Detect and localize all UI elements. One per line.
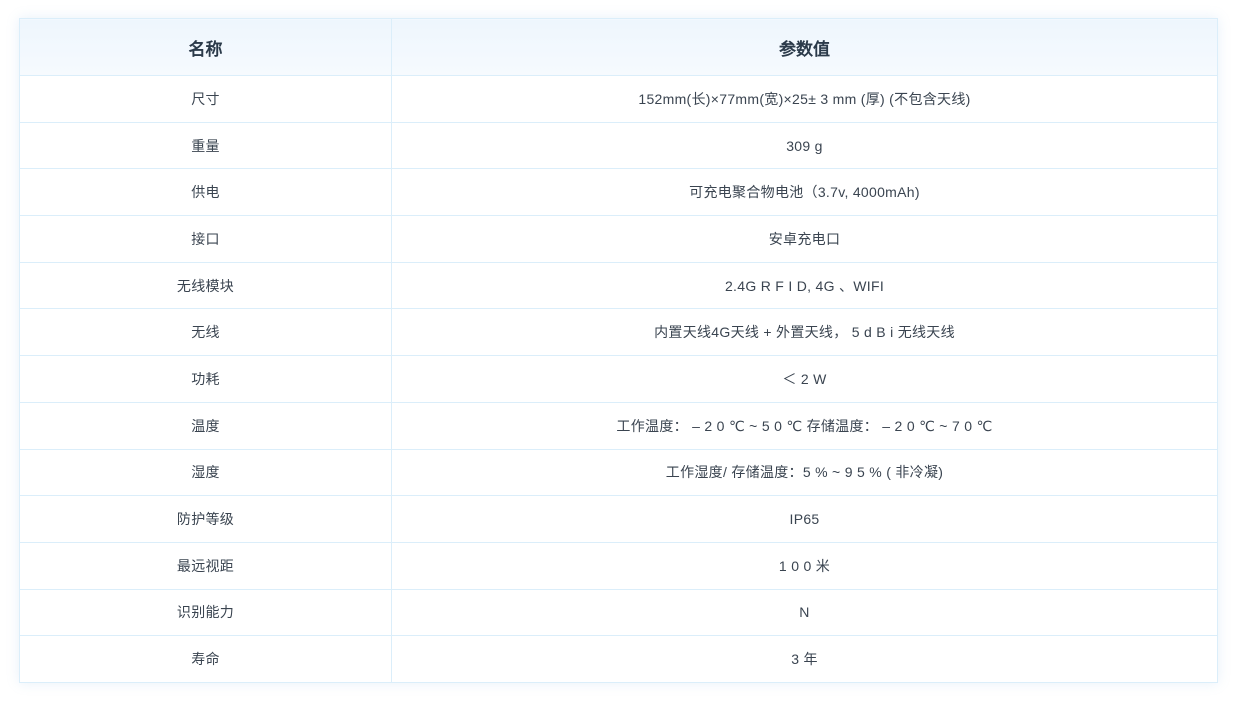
- row-name: 尺寸: [19, 75, 392, 123]
- row-name: 温度: [19, 401, 392, 450]
- row-name: 识别能力: [19, 588, 392, 637]
- row-value: 可充电聚合物电池（3.7v, 4000mAh): [391, 168, 1218, 217]
- row-value: 3 年: [391, 635, 1218, 683]
- table-row: 尺寸 152mm(长)×77mm(宽)×25± 3 mm (厚) (不包含天线): [19, 75, 1218, 123]
- header-name: 名称: [19, 18, 392, 76]
- row-name: 防护等级: [19, 495, 392, 543]
- row-name: 重量: [19, 121, 392, 170]
- row-value: 内置天线4G天线 + 外置天线， 5 d B i 无线天线: [391, 308, 1218, 357]
- row-value: 309 g: [391, 121, 1218, 170]
- page: 名称 参数值 尺寸 152mm(长)×77mm(宽)×25± 3 mm (厚) …: [0, 0, 1236, 705]
- row-name: 接口: [19, 215, 392, 263]
- row-value: N: [391, 588, 1218, 637]
- row-name: 寿命: [19, 635, 392, 683]
- table-row: 防护等级 IP65: [19, 495, 1218, 543]
- table-row: 无线模块 2.4G R F I D, 4G 、WIFI: [19, 261, 1218, 310]
- table-row: 寿命 3 年: [19, 635, 1218, 683]
- table-row: 最远视距 1 0 0 米: [19, 541, 1218, 590]
- row-value: 工作湿度/ 存储温度：5 % ~ 9 5 % ( 非冷凝): [391, 448, 1218, 497]
- table-row: 接口 安卓充电口: [19, 215, 1218, 263]
- row-value: ＜ 2 W: [391, 355, 1218, 403]
- spec-table: 名称 参数值 尺寸 152mm(长)×77mm(宽)×25± 3 mm (厚) …: [19, 18, 1218, 683]
- row-value: IP65: [391, 495, 1218, 543]
- row-value: 工作温度： – 2 0 ℃ ~ 5 0 ℃ 存储温度： – 2 0 ℃ ~ 7 …: [391, 401, 1218, 450]
- table-row: 功耗 ＜ 2 W: [19, 355, 1218, 403]
- row-value: 1 0 0 米: [391, 541, 1218, 590]
- row-value: 2.4G R F I D, 4G 、WIFI: [391, 261, 1218, 310]
- table-row: 重量 309 g: [19, 121, 1218, 170]
- table-row: 供电 可充电聚合物电池（3.7v, 4000mAh): [19, 168, 1218, 217]
- header-value: 参数值: [391, 18, 1218, 76]
- row-name: 无线: [19, 308, 392, 357]
- row-name: 最远视距: [19, 541, 392, 590]
- row-name: 功耗: [19, 355, 392, 403]
- table-header-row: 名称 参数值: [19, 18, 1218, 76]
- table-row: 湿度 工作湿度/ 存储温度：5 % ~ 9 5 % ( 非冷凝): [19, 448, 1218, 497]
- row-value: 152mm(长)×77mm(宽)×25± 3 mm (厚) (不包含天线): [391, 75, 1218, 123]
- table-row: 识别能力 N: [19, 588, 1218, 637]
- row-name: 供电: [19, 168, 392, 217]
- table-row: 无线 内置天线4G天线 + 外置天线， 5 d B i 无线天线: [19, 308, 1218, 357]
- row-name: 湿度: [19, 448, 392, 497]
- row-name: 无线模块: [19, 261, 392, 310]
- row-value: 安卓充电口: [391, 215, 1218, 263]
- table-row: 温度 工作温度： – 2 0 ℃ ~ 5 0 ℃ 存储温度： – 2 0 ℃ ~…: [19, 401, 1218, 450]
